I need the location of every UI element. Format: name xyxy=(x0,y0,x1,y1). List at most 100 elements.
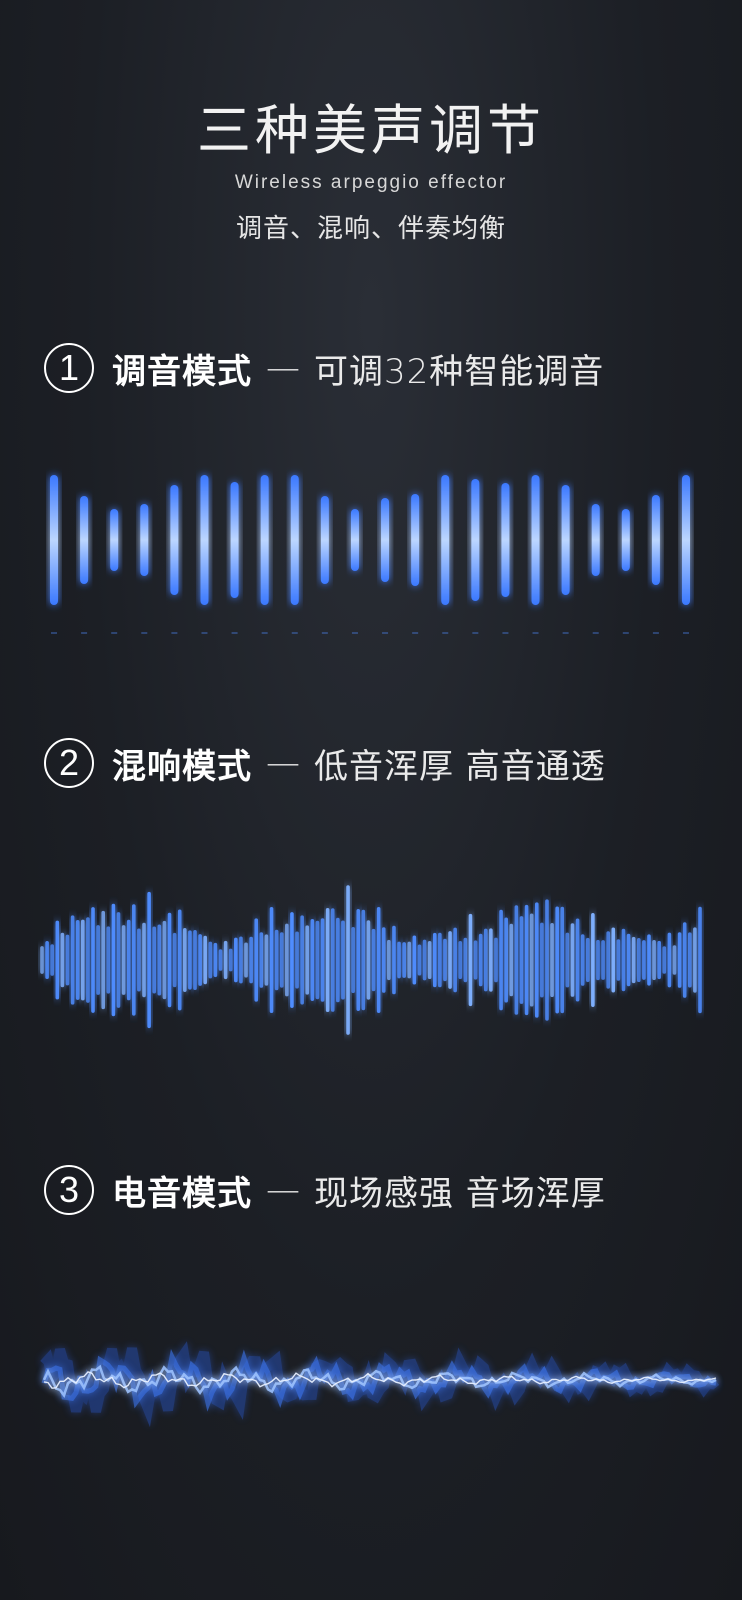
waveform-bar xyxy=(514,905,519,1015)
waveform-bar xyxy=(346,885,350,1035)
equalizer-bar-reflection xyxy=(592,632,599,634)
waveform-bar xyxy=(387,939,391,981)
equalizer-bar-reflection xyxy=(81,632,88,634)
waveform-bar xyxy=(601,940,605,980)
waveform-bar xyxy=(417,944,422,976)
waveform-bar xyxy=(249,936,253,984)
equalizer-bar-reflection xyxy=(532,632,539,634)
waveform-bar xyxy=(142,922,146,998)
waveform-bar xyxy=(218,949,223,971)
waveform-bar xyxy=(101,910,106,1010)
waveform-bar xyxy=(591,913,595,1007)
equalizer-bar xyxy=(411,494,420,586)
waveform-bar xyxy=(96,925,100,995)
waveform-bar xyxy=(555,906,559,1014)
mode-2-heading: 2 混响模式 — 低音浑厚 高音通透 xyxy=(44,735,606,791)
waveform-bar xyxy=(86,917,90,1003)
waveform-bar xyxy=(478,933,483,987)
equalizer-bar-reflection xyxy=(231,632,238,634)
equalizer-bar xyxy=(290,475,299,605)
waveform-bar xyxy=(188,930,192,990)
circled-number-3: 3 xyxy=(44,1165,94,1215)
waveform-bar xyxy=(687,932,692,988)
equalizer-bar-reflection xyxy=(141,632,148,634)
equalizer-bars-svg xyxy=(50,475,690,634)
waveform-bar xyxy=(111,903,116,1017)
waveform-bar xyxy=(652,939,656,981)
waveform-bar xyxy=(106,926,111,994)
waveform-bar xyxy=(320,918,325,1002)
waveform-bar xyxy=(621,928,626,992)
electric-wave-svg xyxy=(40,1341,720,1428)
equalizer-bar xyxy=(621,509,630,571)
waveform-bar xyxy=(341,920,345,1000)
waveform-bar xyxy=(223,940,228,980)
mode-1-dash: — xyxy=(266,348,300,388)
waveform-bar xyxy=(40,946,44,974)
waveform-bar xyxy=(560,906,565,1014)
waveform-bar xyxy=(392,925,396,995)
waveform-bar xyxy=(305,925,310,995)
waveform-bar xyxy=(60,932,65,988)
equalizer-bar xyxy=(531,475,540,605)
waveform-bar xyxy=(565,932,570,988)
circled-number-2: 2 xyxy=(44,738,94,788)
equalizer-bar-reflection xyxy=(562,632,569,634)
waveform-bar xyxy=(203,935,208,985)
equalizer-bar xyxy=(320,496,329,584)
waveform-bar xyxy=(126,919,131,1001)
waveform-bar xyxy=(213,942,218,978)
waveform-bar xyxy=(524,904,529,1016)
page-title: 三种美声调节 xyxy=(197,99,545,162)
waveform-bar xyxy=(397,941,401,979)
equalizer-bar-reflection xyxy=(382,632,389,634)
waveform-bar xyxy=(310,919,315,1001)
waveform-bar xyxy=(468,913,473,1007)
waveform-bar xyxy=(295,931,299,989)
waveform-bar xyxy=(519,916,524,1004)
equalizer-bar xyxy=(441,475,450,605)
waveform-bar xyxy=(259,932,264,988)
waveform-bar xyxy=(376,907,381,1013)
waveform-bar xyxy=(234,937,238,983)
equalizer-bar xyxy=(651,495,660,585)
waveform-bar xyxy=(407,941,412,979)
waveform-bar xyxy=(499,909,503,1011)
equalizer-bar-reflection xyxy=(51,632,57,634)
waveform-bar xyxy=(504,917,508,1003)
waveform-bar xyxy=(453,927,457,993)
waveform-bar xyxy=(509,923,514,997)
waveform-bar xyxy=(483,928,488,992)
waveform-bar xyxy=(356,909,361,1011)
waveform-bar xyxy=(662,946,667,974)
equalizer-bars-visual xyxy=(0,440,742,660)
waveform-bar xyxy=(575,918,580,1002)
waveform-bar xyxy=(667,932,672,988)
equalizer-bar xyxy=(50,475,58,605)
waveform-bar xyxy=(45,940,49,980)
waveform-bar xyxy=(177,909,182,1011)
waveform-bar xyxy=(371,928,376,992)
equalizer-bar xyxy=(80,496,89,584)
waveform-bar xyxy=(682,922,687,998)
equalizer-bar-reflection xyxy=(321,632,328,634)
waveform-bar xyxy=(366,920,371,1000)
waveform-bar xyxy=(412,935,417,985)
waveform-bar xyxy=(631,936,636,984)
waveform-bar xyxy=(443,938,447,982)
waveform-bar xyxy=(152,926,157,994)
waveform-bar xyxy=(65,934,70,986)
equalizer-bar-reflection xyxy=(622,632,629,634)
waveform-bar xyxy=(157,924,162,996)
waveform-bar xyxy=(606,931,610,989)
waveform-bar xyxy=(545,899,549,1021)
waveform-bar xyxy=(325,907,330,1013)
equalizer-bar-reflection xyxy=(171,632,178,634)
equalizer-bar-reflection xyxy=(412,632,419,634)
waveform-bar xyxy=(75,920,80,1000)
waveform-bar xyxy=(427,940,432,980)
equalizer-bar xyxy=(501,483,510,597)
waveform-bar xyxy=(70,915,75,1005)
waveform-bar xyxy=(279,932,284,988)
waveform-bar xyxy=(657,940,661,980)
